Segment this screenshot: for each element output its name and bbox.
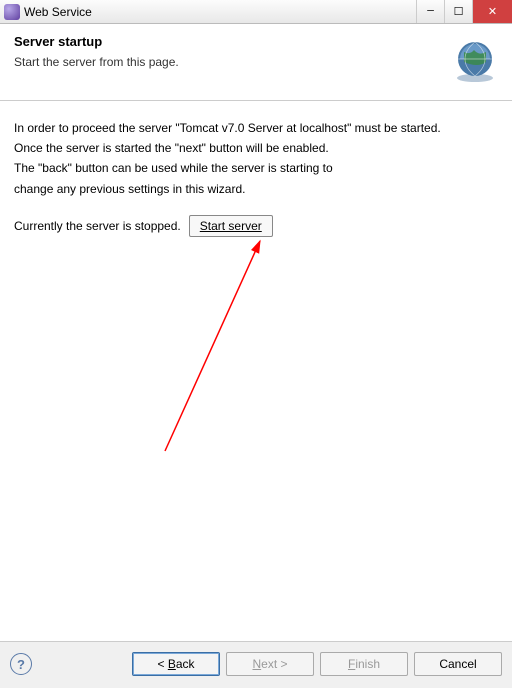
cancel-button[interactable]: Cancel	[414, 652, 502, 676]
wizard-footer: ? < Back Next > Finish Cancel	[0, 641, 512, 688]
server-status-text: Currently the server is stopped.	[14, 219, 181, 233]
help-button[interactable]: ?	[10, 653, 32, 675]
window-title: Web Service	[24, 5, 416, 19]
app-icon	[4, 4, 20, 20]
minimize-icon[interactable]: ─	[416, 0, 444, 23]
instruction-line-2: Once the server is started the "next" bu…	[14, 139, 498, 158]
back-button[interactable]: < Back	[132, 652, 220, 676]
maximize-icon[interactable]: ☐	[444, 0, 472, 23]
globe-icon	[452, 38, 498, 84]
close-icon[interactable]: ✕	[472, 0, 512, 23]
annotation-arrow	[150, 231, 280, 461]
wizard-content: In order to proceed the server "Tomcat v…	[0, 101, 512, 641]
instruction-line-4: change any previous settings in this wiz…	[14, 180, 498, 199]
start-server-button[interactable]: Start server	[189, 215, 273, 237]
instruction-line-1: In order to proceed the server "Tomcat v…	[14, 119, 498, 138]
wizard-header: Server startup Start the server from thi…	[0, 24, 512, 101]
page-subtitle: Start the server from this page.	[14, 55, 452, 69]
page-title: Server startup	[14, 34, 452, 49]
window-controls: ─ ☐ ✕	[416, 0, 512, 23]
help-icon: ?	[17, 657, 25, 672]
finish-button: Finish	[320, 652, 408, 676]
instruction-line-3: The "back" button can be used while the …	[14, 159, 498, 178]
titlebar: Web Service ─ ☐ ✕	[0, 0, 512, 24]
next-button: Next >	[226, 652, 314, 676]
